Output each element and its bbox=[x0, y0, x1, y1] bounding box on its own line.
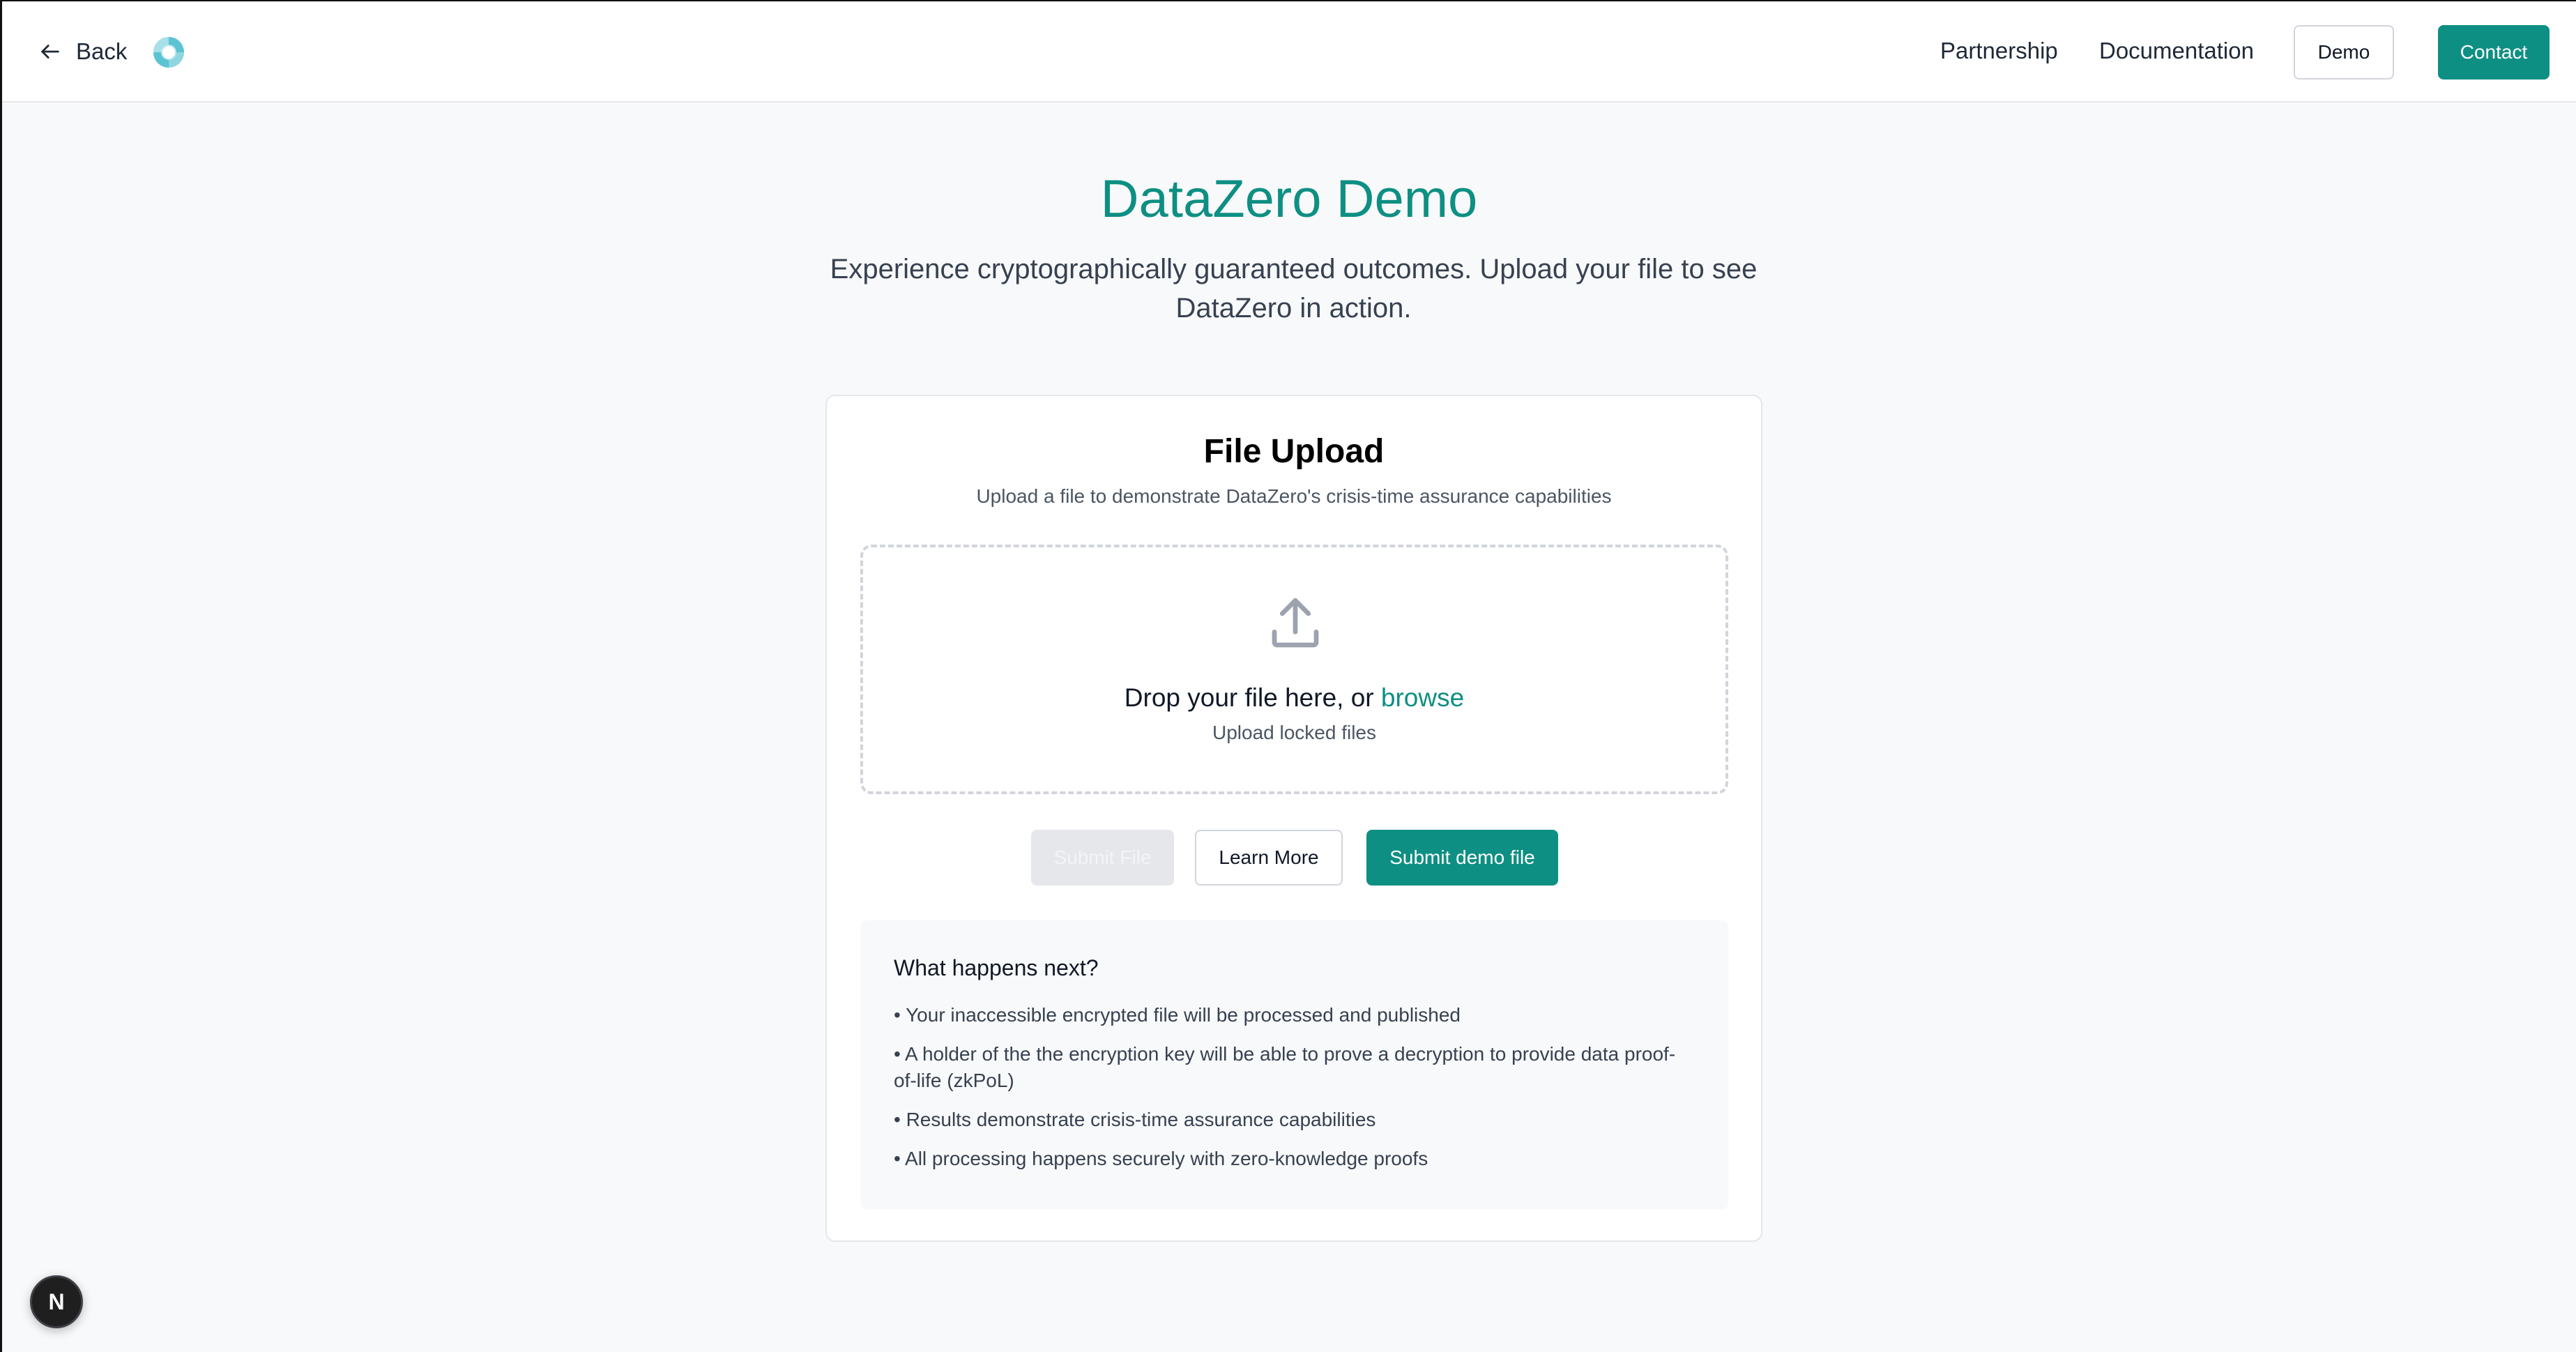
learn-more-button[interactable]: Learn More bbox=[1195, 830, 1343, 886]
logo-icon[interactable] bbox=[150, 33, 188, 71]
demo-button[interactable]: Demo bbox=[2294, 25, 2394, 79]
back-label: Back bbox=[76, 38, 128, 64]
dev-tools-badge[interactable]: N bbox=[30, 1275, 83, 1328]
arrow-left-icon bbox=[41, 45, 59, 59]
card-title: File Upload bbox=[1203, 433, 1385, 470]
back-button[interactable]: Back bbox=[38, 33, 127, 70]
upload-icon bbox=[1272, 598, 1319, 648]
submit-demo-file-button[interactable]: Submit demo file bbox=[1366, 830, 1558, 886]
next-steps-title: What happens next? bbox=[894, 955, 1099, 980]
drop-hint: Upload locked files bbox=[1212, 722, 1377, 743]
next-steps-list: • Your inaccessible encrypted file will … bbox=[894, 1002, 1695, 1185]
submit-file-button[interactable]: Submit File bbox=[1031, 830, 1174, 886]
contact-button[interactable]: Contact bbox=[2438, 25, 2550, 79]
next-steps-panel: What happens next? • Your inaccessible e… bbox=[860, 920, 1728, 1210]
list-item: • A holder of the the encryption key wil… bbox=[894, 1043, 1676, 1091]
card-subtitle: Upload a file to demonstrate DataZero's … bbox=[976, 485, 1612, 507]
drop-text: Drop your file here, or bbox=[1124, 683, 1381, 712]
list-item: • All processing happens securely with z… bbox=[894, 1148, 1428, 1169]
page-title: DataZero Demo bbox=[1100, 169, 1478, 229]
page-subtitle: Experience cryptographically guaranteed … bbox=[830, 254, 1758, 324]
top-nav-bar: Back Partnership Documentation Demo Cont… bbox=[2, 1, 2576, 102]
list-item: • Your inaccessible encrypted file will … bbox=[894, 1004, 1461, 1026]
drop-instructions: Drop your file here, or browse bbox=[863, 683, 1725, 713]
list-item: • Results demonstrate crisis-time assura… bbox=[894, 1109, 1376, 1130]
browse-link[interactable]: browse bbox=[1381, 683, 1464, 712]
file-upload-card: File Upload Upload a file to demonstrate… bbox=[825, 395, 1762, 1242]
nav-link-documentation[interactable]: Documentation bbox=[2099, 38, 2254, 64]
nav-link-partnership[interactable]: Partnership bbox=[1940, 38, 2058, 64]
file-dropzone[interactable]: Drop your file here, or browse Upload lo… bbox=[860, 545, 1728, 794]
